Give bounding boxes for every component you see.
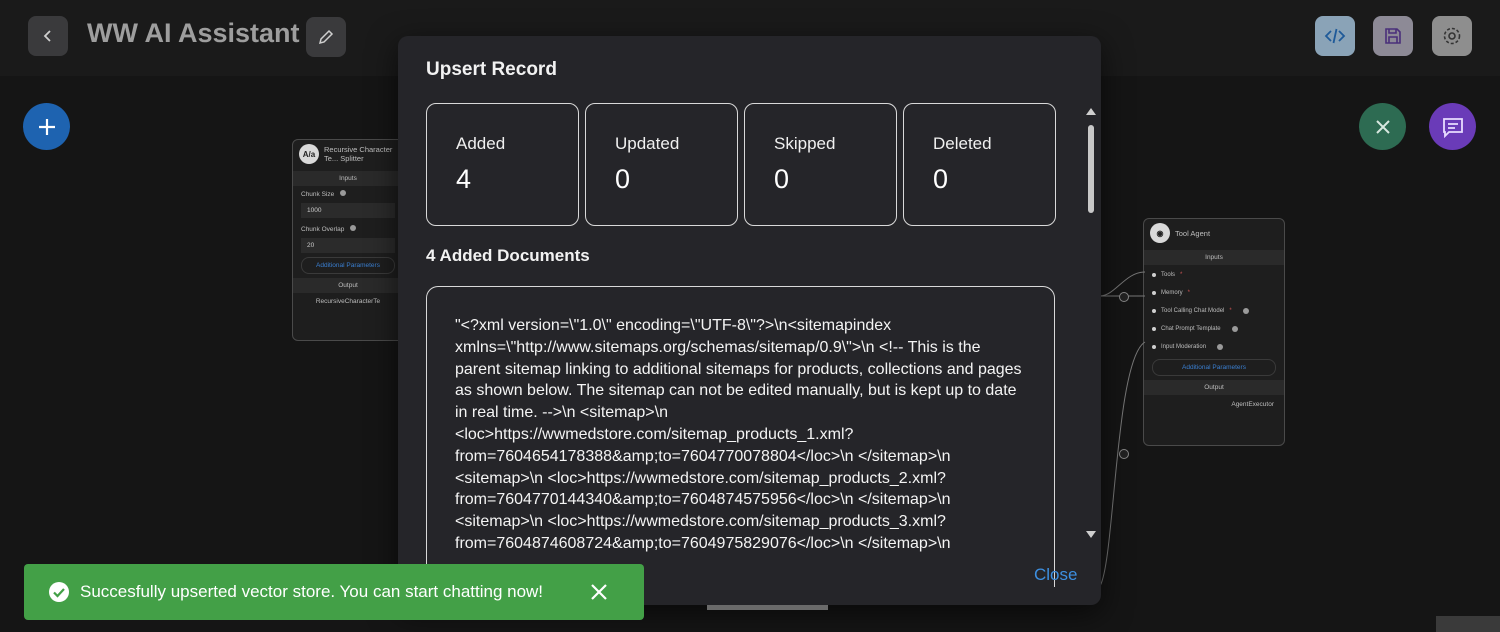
code-icon (1324, 28, 1346, 44)
edge-delete-handle[interactable] (1119, 292, 1129, 302)
node-title: Recursive Character Te... Splitter (324, 145, 393, 163)
additional-parameters-button[interactable]: Additional Parameters (301, 257, 395, 274)
upsert-record-dialog: Upsert Record Added 4 Updated 0 Skipped … (398, 36, 1101, 605)
input-moderation[interactable]: Input Moderation (1144, 337, 1284, 355)
input-tools[interactable]: Tools * (1144, 265, 1284, 283)
page-title: WW AI Assistant (87, 18, 300, 48)
stat-label: Deleted (933, 134, 992, 153)
edge-delete-handle[interactable] (1119, 449, 1129, 459)
input-chat-model[interactable]: Tool Calling Chat Model * (1144, 301, 1284, 319)
check-circle-icon (49, 582, 69, 602)
input-prompt-template[interactable]: Chat Prompt Template (1144, 319, 1284, 337)
stat-value: 0 (774, 164, 790, 194)
inputs-header: Inputs (1144, 250, 1284, 265)
output-value: RecursiveCharacterTe (315, 298, 381, 305)
stat-card-skipped: Skipped 0 (744, 103, 897, 226)
chat-icon (1442, 117, 1463, 138)
output-header: Output (293, 278, 403, 293)
tool-agent-node[interactable]: ◉ Tool Agent Inputs Tools * Memory * Tool … (1143, 218, 1285, 446)
corner-panel (1436, 616, 1500, 632)
add-node-button[interactable] (23, 103, 70, 150)
document-content: "<?xml version=\"1.0\" encoding=\"UTF-8\… (455, 317, 1022, 552)
field-label: Chunk Size (293, 186, 403, 200)
splitter-icon: A/a (299, 144, 319, 164)
scroll-down-arrow-icon[interactable] (1086, 531, 1096, 538)
close-icon[interactable] (589, 582, 609, 602)
input-memory[interactable]: Memory * (1144, 283, 1284, 301)
stat-value: 4 (456, 164, 472, 194)
stat-label: Updated (615, 134, 680, 153)
clear-button[interactable] (1359, 103, 1406, 150)
stat-card-added: Added 4 (426, 103, 579, 226)
chunk-overlap-input[interactable]: 20 (301, 238, 395, 253)
stat-label: Skipped (774, 134, 836, 153)
info-icon (340, 190, 347, 196)
stat-card-updated: Updated 0 (585, 103, 738, 226)
info-icon (1231, 326, 1238, 332)
edit-title-button[interactable] (306, 17, 346, 57)
stat-value: 0 (615, 164, 631, 194)
close-icon (1375, 119, 1390, 134)
text-splitter-node[interactable]: A/a Recursive Character Te... Splitter I… (292, 139, 404, 341)
scroll-up-arrow-icon[interactable] (1086, 108, 1096, 115)
pencil-icon (318, 29, 334, 45)
api-code-button[interactable] (1315, 16, 1355, 56)
inputs-header: Inputs (293, 171, 403, 186)
chunk-size-input[interactable]: 1000 (301, 203, 395, 218)
documents-heading: 4 Added Documents (426, 246, 590, 265)
stat-label: Added (456, 134, 506, 153)
info-icon (1217, 344, 1224, 350)
node-title: Tool Agent (1175, 228, 1211, 238)
stat-value: 0 (933, 164, 949, 194)
back-button[interactable] (28, 16, 68, 56)
chat-button[interactable] (1429, 103, 1476, 150)
success-toast: Succesfully upserted vector store. You c… (24, 564, 644, 620)
minimap-bar (707, 605, 828, 610)
robot-icon: ◉ (1150, 223, 1170, 243)
toast-message: Succesfully upserted vector store. You c… (80, 582, 544, 601)
output-value: AgentExecutor (1231, 401, 1274, 408)
settings-button[interactable] (1432, 16, 1472, 56)
dialog-scrollbar[interactable] (1086, 108, 1096, 544)
chevron-left-icon (43, 30, 51, 42)
edge-wires (1099, 271, 1146, 587)
field-label: Chunk Overlap (293, 221, 403, 235)
close-button[interactable]: Close (1034, 565, 1077, 585)
output-header: Output (1144, 380, 1284, 395)
info-icon (1242, 308, 1249, 314)
save-button[interactable] (1373, 16, 1413, 56)
plus-icon (38, 118, 55, 135)
save-icon (1385, 28, 1401, 44)
dialog-title: Upsert Record (426, 59, 557, 80)
info-icon (350, 225, 357, 231)
stat-card-deleted: Deleted 0 (903, 103, 1056, 226)
additional-parameters-button[interactable]: Additional Parameters (1152, 359, 1276, 376)
document-card[interactable]: "<?xml version=\"1.0\" encoding=\"UTF-8\… (426, 286, 1055, 587)
scrollbar-thumb[interactable] (1088, 125, 1094, 213)
gear-icon (1443, 27, 1461, 45)
